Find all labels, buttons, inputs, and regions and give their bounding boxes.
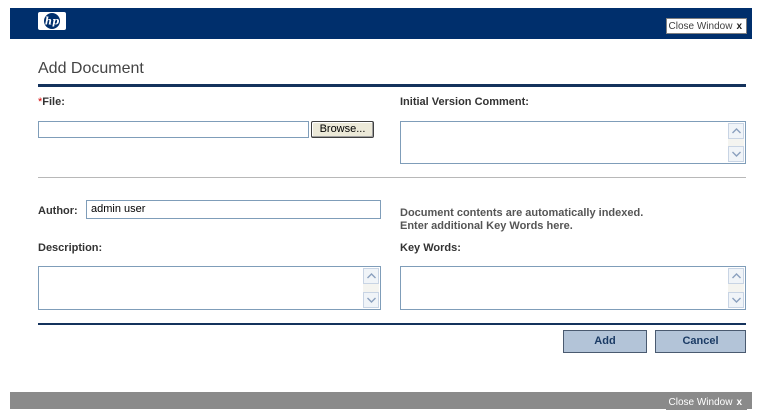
index-note-line1: Document contents are automatically inde… <box>400 207 644 219</box>
actions-divider <box>38 323 746 325</box>
title-divider <box>38 84 746 87</box>
index-note: Document contents are automatically inde… <box>400 207 643 233</box>
scroll-down-icon[interactable] <box>728 292 744 308</box>
scroll-down-icon[interactable] <box>728 146 744 162</box>
author-input[interactable]: admin user <box>86 200 381 219</box>
hp-logo-icon: hp <box>38 12 66 30</box>
index-note-line2: Enter additional Key Words here. <box>400 220 573 232</box>
close-icon: x <box>736 396 742 408</box>
close-window-button-bottom[interactable]: Close Window x <box>665 394 747 410</box>
close-window-label: Close Window <box>668 396 733 408</box>
close-window-button-top[interactable]: Close Window x <box>665 18 747 34</box>
close-icon: x <box>736 20 742 32</box>
file-path-input[interactable] <box>38 121 309 138</box>
comment-scrollbar[interactable] <box>728 123 744 162</box>
author-label: Author: <box>38 205 78 217</box>
description-label: Description: <box>38 242 103 254</box>
description-field[interactable] <box>38 266 381 310</box>
scroll-up-icon[interactable] <box>728 268 744 284</box>
scroll-down-icon[interactable] <box>363 292 379 308</box>
initial-version-comment-field[interactable] <box>400 121 746 164</box>
page-title: Add Document <box>38 60 144 77</box>
comment-label: Initial Version Comment: <box>400 96 529 108</box>
add-button[interactable]: Add <box>563 330 647 353</box>
svg-text:hp: hp <box>45 17 59 28</box>
file-label: *File: <box>38 96 65 108</box>
browse-button[interactable]: Browse... <box>311 121 374 138</box>
header-bar: hp Close Window x <box>10 8 752 39</box>
scroll-up-icon[interactable] <box>363 268 379 284</box>
window-edge <box>0 0 10 409</box>
close-window-label: Close Window <box>668 20 733 32</box>
key-words-field[interactable] <box>400 266 746 310</box>
scroll-up-icon[interactable] <box>728 123 744 139</box>
keywords-scrollbar[interactable] <box>728 268 744 308</box>
cancel-button[interactable]: Cancel <box>655 330 746 353</box>
description-scrollbar[interactable] <box>363 268 379 308</box>
footer-bar: Close Window x <box>10 392 752 410</box>
section-divider <box>38 177 746 178</box>
keywords-label: Key Words: <box>400 242 461 254</box>
